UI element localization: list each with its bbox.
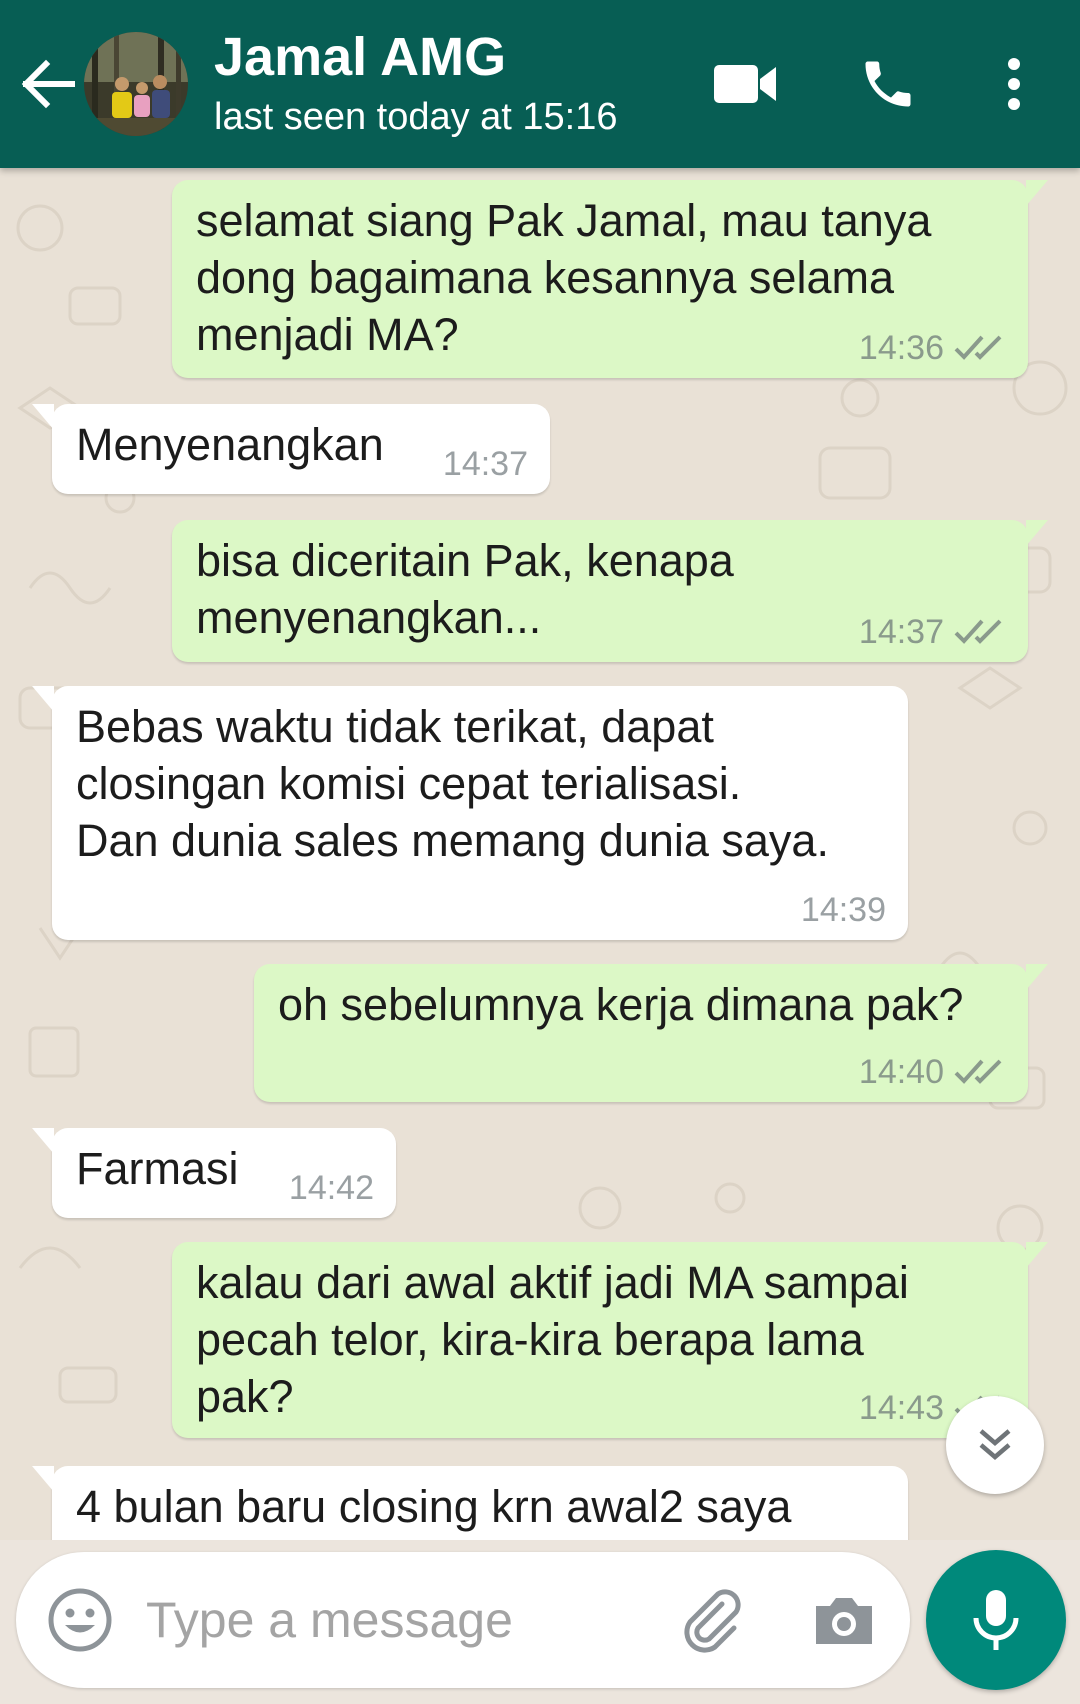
message-time: 14:42 — [288, 1169, 374, 1207]
bubble-tail — [1026, 964, 1048, 990]
read-receipt-icon — [954, 1059, 1002, 1084]
message-time: 14:37 — [858, 613, 944, 651]
double-chevron-down-icon — [979, 1429, 1011, 1460]
last-seen-status[interactable]: last seen today at 15:16 — [214, 96, 618, 139]
message-text: Menyenangkan — [76, 419, 384, 470]
back-arrow-icon — [21, 59, 75, 109]
bubble-tail — [1026, 180, 1048, 206]
message-text: 4 bulan baru closing krn awal2 saya — [76, 1481, 792, 1532]
message-time: 14:36 — [858, 329, 944, 367]
message-text: Bebas waktu tidak terikat, dapat closing… — [76, 701, 829, 866]
scroll-to-bottom-button[interactable] — [946, 1396, 1044, 1494]
message-time: 14:40 — [858, 1053, 944, 1091]
camera-icon — [816, 1598, 872, 1644]
video-call-icon — [714, 65, 776, 103]
paperclip-icon — [684, 1589, 741, 1653]
message-bubble-outgoing[interactable]: kalau dari awal aktif jadi MA sampai pec… — [172, 1242, 1048, 1438]
phone-icon — [865, 61, 911, 107]
chat-area[interactable]: selamat siang Pak Jamal, mau tanya dong … — [0, 168, 1080, 1540]
more-options-button[interactable] — [978, 48, 1050, 120]
message-time: 14:37 — [442, 445, 528, 483]
voice-call-button[interactable] — [852, 48, 924, 120]
message-bubble-incoming[interactable]: 4 bulan baru closing krn awal2 saya — [32, 1466, 908, 1540]
message-meta: 14:36 — [859, 330, 1006, 366]
message-text: oh sebelumnya kerja dimana pak? — [278, 979, 964, 1030]
more-options-icon — [1008, 58, 1020, 110]
message-bubble-outgoing[interactable]: selamat siang Pak Jamal, mau tanya dong … — [172, 180, 1048, 378]
message-bubble-incoming[interactable]: Menyenangkan 14:37 — [32, 404, 550, 494]
message-input[interactable] — [146, 1582, 666, 1658]
contact-photo — [84, 32, 188, 136]
message-meta: 14:42 — [289, 1170, 374, 1206]
bubble-tail — [32, 686, 54, 712]
read-receipt-icon — [954, 335, 1002, 360]
avatar[interactable] — [84, 32, 188, 136]
video-call-button[interactable] — [710, 48, 782, 120]
message-meta: 14:37 — [443, 446, 528, 482]
message-composer — [16, 1552, 910, 1688]
attach-button[interactable] — [676, 1584, 748, 1656]
voice-message-button[interactable] — [926, 1550, 1066, 1690]
camera-button[interactable] — [808, 1584, 880, 1656]
message-time: 14:39 — [800, 891, 886, 929]
bubble-tail — [1026, 1242, 1048, 1268]
read-receipt-icon — [954, 619, 1002, 644]
message-text: selamat siang Pak Jamal, mau tanya dong … — [196, 195, 932, 360]
message-bubble-incoming[interactable]: Farmasi 14:42 — [32, 1128, 396, 1218]
emoji-button[interactable] — [46, 1586, 114, 1654]
message-bubble-outgoing[interactable]: bisa diceritain Pak, kenapa menyenangkan… — [172, 520, 1048, 662]
bubble-tail — [32, 1128, 54, 1154]
message-meta: 14:39 — [801, 892, 886, 928]
message-meta: 14:40 — [859, 1054, 1006, 1090]
message-text: bisa diceritain Pak, kenapa menyenangkan… — [196, 535, 734, 643]
emoji-icon — [48, 1588, 112, 1652]
message-text: Farmasi — [76, 1143, 239, 1194]
bubble-tail — [1026, 520, 1048, 546]
bubble-tail — [32, 404, 54, 430]
microphone-icon — [973, 1590, 1019, 1650]
contact-name[interactable]: Jamal AMG — [214, 26, 506, 88]
message-time: 14:43 — [858, 1389, 944, 1427]
chat-header: Jamal AMG last seen today at 15:16 — [0, 0, 1080, 168]
bubble-tail — [32, 1466, 54, 1492]
message-bubble-incoming[interactable]: Bebas waktu tidak terikat, dapat closing… — [32, 686, 908, 940]
message-meta: 14:37 — [859, 614, 1006, 650]
message-bubble-outgoing[interactable]: oh sebelumnya kerja dimana pak? 14:40 — [254, 964, 1048, 1102]
message-text: kalau dari awal aktif jadi MA sampai pec… — [196, 1257, 909, 1422]
back-button[interactable] — [20, 52, 76, 116]
